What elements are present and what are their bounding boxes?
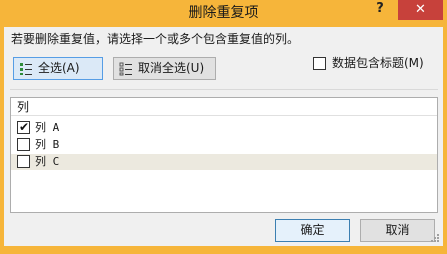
headers-checkbox[interactable] — [313, 57, 326, 70]
column-b-checkbox[interactable] — [17, 138, 30, 151]
dialog-body: 若要删除重复值，请选择一个或多个包含重复值的列。 全选(A) 取消全选(U) 数… — [4, 27, 443, 246]
instruction-text: 若要删除重复值，请选择一个或多个包含重复值的列。 — [11, 32, 300, 46]
resize-grip-icon[interactable] — [430, 233, 440, 243]
column-a-checkbox[interactable]: ✔ — [17, 120, 30, 134]
select-all-icon — [20, 63, 32, 75]
title-bar[interactable]: 删除重复项 ? ✕ — [0, 0, 447, 27]
column-row-b[interactable]: 列 B — [11, 137, 437, 153]
help-button[interactable]: ? — [368, 0, 392, 20]
column-b-label: 列 B — [35, 138, 60, 151]
select-all-label: 全选(A) — [38, 61, 80, 75]
select-all-button[interactable]: 全选(A) — [13, 57, 103, 80]
column-c-checkbox[interactable] — [17, 155, 30, 168]
column-a-label: 列 A — [35, 121, 60, 134]
cancel-button[interactable]: 取消 — [360, 219, 435, 242]
divider — [10, 89, 438, 90]
remove-duplicates-dialog: 删除重复项 ? ✕ 若要删除重复值，请选择一个或多个包含重复值的列。 全选(A) — [0, 0, 447, 254]
columns-list-header: 列 — [11, 98, 437, 116]
column-c-label: 列 C — [35, 155, 60, 168]
columns-list[interactable]: 列 ✔ 列 A 列 B 列 C — [10, 97, 438, 213]
checkmark-icon: ✔ — [19, 120, 30, 134]
headers-checkbox-label: 数据包含标题(M) — [332, 56, 424, 70]
column-row-c[interactable]: 列 C — [11, 154, 437, 170]
columns-header-label: 列 — [17, 100, 30, 114]
unselect-all-label: 取消全选(U) — [138, 61, 205, 75]
unselect-all-icon — [119, 62, 132, 76]
column-row-a[interactable]: ✔ 列 A — [11, 120, 437, 136]
close-button[interactable]: ✕ — [398, 0, 443, 20]
ok-button[interactable]: 确定 — [275, 219, 350, 242]
unselect-all-button[interactable]: 取消全选(U) — [113, 57, 216, 80]
